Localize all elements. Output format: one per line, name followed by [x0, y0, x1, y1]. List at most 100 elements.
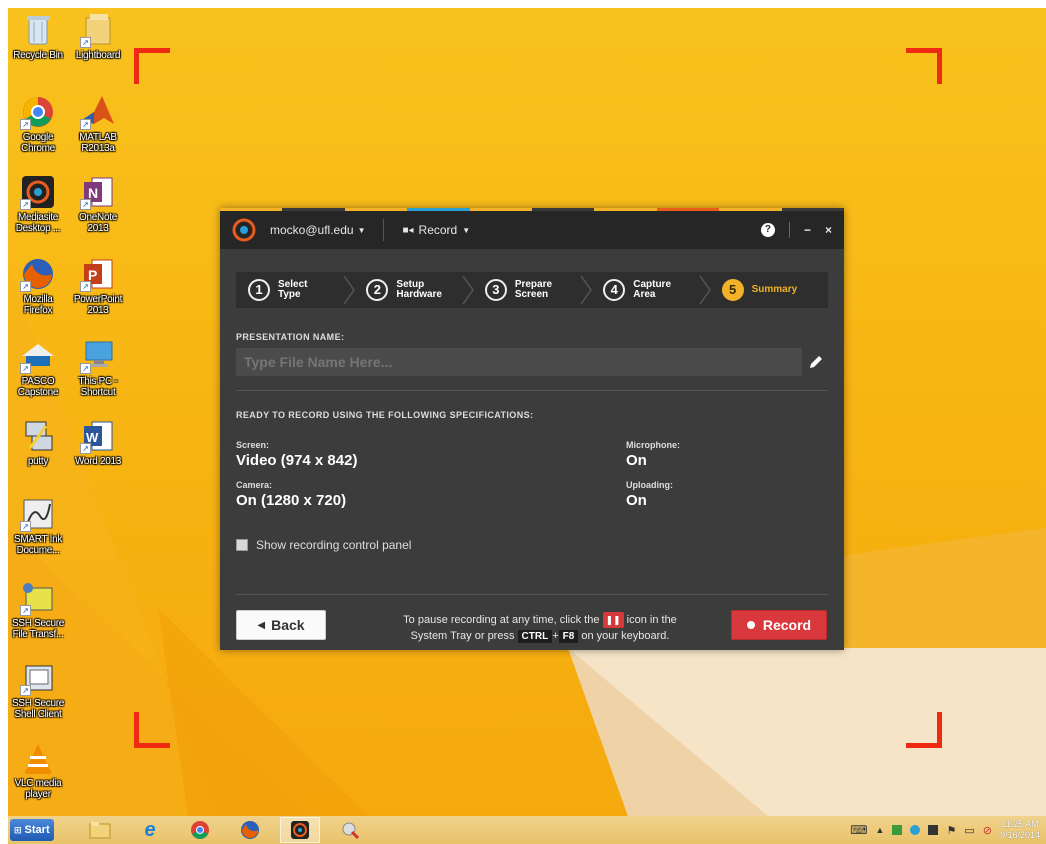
desktop-icon-ssh-shell-client[interactable]: ↗ SSH Secure Shell Client [8, 660, 68, 720]
spec-camera: Camera: On (1280 x 720) [236, 480, 346, 509]
paint-icon [342, 822, 360, 840]
smart-ink-icon: ↗ [20, 496, 56, 532]
keyboard-icon[interactable]: ⌨ [850, 823, 867, 837]
presentation-name-input[interactable] [236, 348, 802, 376]
step-label: Select Type [278, 279, 308, 300]
ready-label: READY TO RECORD USING THE FOLLOWING SPEC… [236, 410, 534, 420]
desktop-icon-firefox[interactable]: ↗ Mozilla Firefox [8, 256, 68, 316]
ssh-shell-client-icon: ↗ [20, 660, 56, 696]
taskbar-firefox[interactable] [230, 817, 270, 843]
hint-text: on your keyboard. [581, 630, 670, 642]
mediasite-logo-icon [232, 218, 256, 242]
desktop-icon-mediasite[interactable]: ↗ Mediasite Desktop ... [8, 174, 68, 234]
step-summary[interactable]: 5 Summary [710, 272, 828, 308]
tray-app-icon[interactable] [910, 825, 921, 835]
desktop-icon-powerpoint[interactable]: P ↗ PowerPoint 2013 [68, 256, 128, 316]
monitor-icon[interactable]: ▭ [964, 824, 974, 837]
close-button[interactable]: × [825, 223, 832, 237]
help-icon[interactable]: ? [760, 223, 775, 237]
capture-corner-bottom-left [134, 712, 170, 748]
powerpoint-icon: P ↗ [80, 256, 116, 292]
spec-value: On (1280 x 720) [236, 492, 347, 509]
word-icon: W ↗ [80, 418, 116, 454]
dialog-header: mocko@ufl.edu ▼ ■◂ Record ▼ ? − × [220, 211, 844, 249]
desktop-icon-pasco[interactable]: ↗ PASCO Capstone [8, 338, 68, 398]
step-prepare-screen[interactable]: 3 Prepare Screen [473, 272, 593, 308]
taskbar-paint[interactable] [330, 817, 370, 843]
spec-screen: Screen: Video (974 x 842) [236, 440, 357, 469]
chevron-up-icon[interactable]: ▲ [876, 825, 885, 835]
desktop: Recycle Bin ↗ Google Chrome ↗ Mediasite … [8, 8, 1046, 816]
taskbar: ⊞ Start e ⌨ ▲ ⚑ ▭ ⊘ 11:25 AM 9/16/2014 [8, 816, 1046, 844]
desktop-icon-lightboard[interactable]: ↗ Lightboard [68, 12, 128, 61]
wizard-steps: 1 Select Type 2 Setup Hardware 3 Prepare… [236, 272, 828, 308]
step-label: Summary [751, 284, 798, 295]
desktop-icon-this-pc[interactable]: ↗ This PC - Shortcut [68, 338, 128, 398]
step-setup-hardware[interactable]: 2 Setup Hardware [354, 272, 474, 308]
pasco-icon: ↗ [20, 338, 56, 374]
desktop-icon-onenote[interactable]: N ↗ OneNote 2013 [68, 174, 128, 234]
hint-text: System Tray or press [410, 630, 515, 642]
putty-icon [20, 418, 56, 454]
desktop-icon-vlc[interactable]: VLC media player [8, 740, 68, 800]
step-label: Prepare Screen [514, 279, 553, 300]
windows-icon: ⊞ [14, 824, 22, 835]
back-button[interactable]: ◀ Back [236, 610, 326, 640]
desktop-icon-smart-ink[interactable]: ↗ SMART Ink Docume... [8, 496, 68, 556]
key-ctrl: CTRL [517, 630, 553, 643]
spec-label: Camera: [236, 480, 273, 490]
record-menu[interactable]: ■◂ Record ▼ [402, 223, 470, 237]
clock[interactable]: 11:25 AM 9/16/2014 [1000, 819, 1040, 841]
show-control-panel-option[interactable]: Show recording control panel [236, 538, 411, 552]
firefox-icon: ↗ [20, 256, 56, 292]
step-capture-area[interactable]: 4 Capture Area [591, 272, 711, 308]
divider [236, 390, 828, 391]
matlab-icon: ↗ [80, 94, 116, 130]
taskbar-chrome[interactable] [180, 817, 220, 843]
spec-value: On [626, 492, 647, 509]
user-menu[interactable]: mocko@ufl.edu ▼ [270, 223, 365, 237]
hint-plus: + [552, 630, 559, 642]
show-control-panel-checkbox[interactable] [236, 539, 248, 551]
start-label: Start [24, 824, 50, 836]
desktop-icon-ssh-file-transfer[interactable]: ↗ SSH Secure File Transf... [8, 580, 68, 640]
step-number: 3 [484, 279, 507, 301]
divider [236, 594, 828, 595]
spec-value: On [626, 452, 647, 469]
ssh-file-transfer-icon: ↗ [20, 580, 56, 616]
flag-icon[interactable]: ⚑ [946, 824, 956, 837]
minimize-button[interactable]: − [804, 223, 811, 237]
record-button[interactable]: Record [731, 610, 827, 640]
record-dot-icon [746, 621, 755, 629]
user-email: mocko@ufl.edu [270, 223, 354, 237]
header-divider [788, 222, 790, 238]
clock-date: 9/16/2014 [999, 830, 1040, 840]
spec-label: Screen: [236, 440, 270, 450]
desktop-icon-putty[interactable]: putty [8, 418, 68, 467]
desktop-icon-word[interactable]: W ↗ Word 2013 [68, 418, 128, 467]
key-f8: F8 [558, 630, 579, 643]
desktop-icon-recycle-bin[interactable]: Recycle Bin [8, 12, 68, 61]
spec-microphone: Microphone: On [626, 440, 680, 469]
vlc-icon [20, 740, 56, 776]
pencil-icon[interactable] [808, 354, 824, 370]
network-icon[interactable] [892, 825, 903, 835]
spec-value: Video (974 x 842) [236, 452, 358, 469]
tray-app-icon[interactable] [928, 825, 939, 835]
mediasite-icon: ↗ [20, 174, 56, 210]
start-button[interactable]: ⊞ Start [10, 819, 54, 841]
taskbar-file-explorer[interactable] [80, 817, 120, 843]
desktop-icon-matlab[interactable]: ↗ MATLAB R2013a [68, 94, 128, 154]
desktop-icon-google-chrome[interactable]: ↗ Google Chrome [8, 94, 68, 154]
record-button-label: Record [762, 617, 812, 633]
capture-corner-bottom-right [906, 712, 942, 748]
taskbar-mediasite[interactable] [280, 817, 320, 843]
spec-label: Uploading: [626, 480, 673, 490]
chrome-icon [191, 821, 209, 839]
taskbar-internet-explorer[interactable]: e [130, 817, 170, 843]
hint-text: icon in the [626, 614, 677, 626]
volume-muted-icon[interactable]: ⊘ [983, 824, 992, 837]
spec-uploading: Uploading: On [626, 480, 673, 509]
step-select-type[interactable]: 1 Select Type [236, 272, 356, 308]
capture-corner-top-right [906, 48, 942, 84]
